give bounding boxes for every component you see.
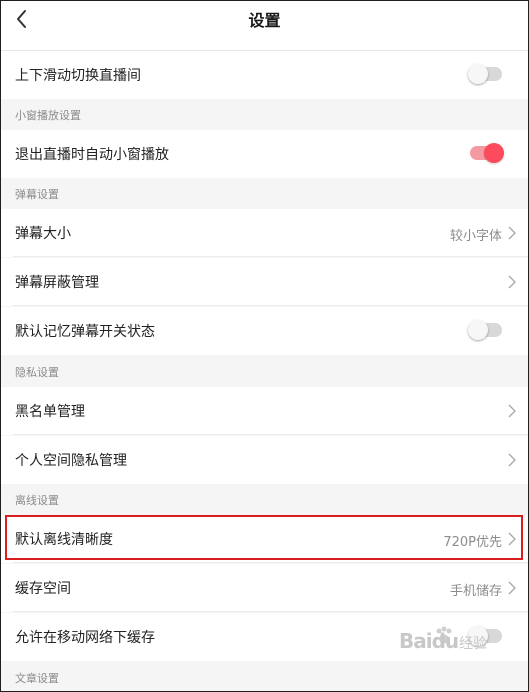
chevron-right-icon xyxy=(508,226,516,240)
toggle-knob xyxy=(484,143,504,163)
setting-blacklist[interactable]: 黑名单管理 xyxy=(1,387,528,435)
setting-label: 默认离线清晰度 xyxy=(15,532,113,548)
section-label: 小窗播放设置 xyxy=(15,109,81,122)
settings-screen: 设置 上下滑动切换直播间 小窗播放设置 退出直播时自动小窗播放 弹幕设置 弹幕大… xyxy=(0,0,529,692)
chevron-right-icon xyxy=(508,404,516,418)
chevron-right-icon xyxy=(508,275,516,289)
section-label: 隐私设置 xyxy=(15,366,59,379)
section-header-privacy: 隐私设置 xyxy=(1,356,528,387)
section-label: 弹幕设置 xyxy=(15,188,59,201)
setting-danmaku-size[interactable]: 弹幕大小 较小字体 xyxy=(1,209,528,257)
pip-exit-toggle[interactable] xyxy=(470,143,504,163)
setting-label: 上下滑动切换直播间 xyxy=(15,68,141,84)
section-header-danmaku: 弹幕设置 xyxy=(1,178,528,209)
setting-label: 弹幕屏蔽管理 xyxy=(15,275,99,291)
setting-danmaku-block[interactable]: 弹幕屏蔽管理 xyxy=(1,258,528,306)
section-label: 离线设置 xyxy=(15,494,59,507)
setting-pip-exit[interactable]: 退出直播时自动小窗播放 xyxy=(1,130,528,178)
baidu-watermark: Baidu 经验 xyxy=(389,623,507,663)
setting-label: 退出直播时自动小窗播放 xyxy=(15,147,169,163)
watermark-sub: 经验 xyxy=(459,636,487,652)
toggle-knob xyxy=(468,320,488,340)
setting-cache-space[interactable]: 缓存空间 手机储存 xyxy=(1,564,528,612)
page-title: 设置 xyxy=(248,11,281,30)
danmaku-remember-toggle[interactable] xyxy=(468,320,502,340)
setting-danmaku-remember[interactable]: 默认记忆弹幕开关状态 xyxy=(1,307,528,355)
setting-value: 手机储存 xyxy=(449,584,502,599)
setting-label: 允许在移动网络下缓存 xyxy=(15,630,155,646)
setting-label: 缓存空间 xyxy=(15,581,71,597)
watermark-brand: Baidu xyxy=(399,629,459,653)
chevron-right-icon xyxy=(508,581,516,595)
setting-value: 720P优先 xyxy=(443,535,502,550)
chevron-right-icon xyxy=(508,453,516,467)
section-header-article: 文章设置 xyxy=(1,662,528,691)
setting-space-privacy[interactable]: 个人空间隐私管理 xyxy=(1,436,528,484)
swipe-switch-toggle[interactable] xyxy=(468,64,502,84)
setting-offline-quality[interactable]: 默认离线清晰度 720P优先 xyxy=(1,515,528,563)
section-label: 文章设置 xyxy=(15,672,59,685)
chevron-right-icon xyxy=(508,532,516,546)
setting-value: 较小字体 xyxy=(449,229,502,244)
setting-label: 个人空间隐私管理 xyxy=(15,453,127,469)
section-header-offline: 离线设置 xyxy=(1,484,528,515)
setting-swipe-switch[interactable]: 上下滑动切换直播间 xyxy=(1,51,528,99)
setting-label: 黑名单管理 xyxy=(15,404,85,420)
setting-label: 默认记忆弹幕开关状态 xyxy=(15,324,155,340)
section-header-pip: 小窗播放设置 xyxy=(1,99,528,130)
toggle-knob xyxy=(468,64,488,84)
header-bar: 设置 xyxy=(1,1,528,51)
setting-label: 弹幕大小 xyxy=(15,226,71,242)
